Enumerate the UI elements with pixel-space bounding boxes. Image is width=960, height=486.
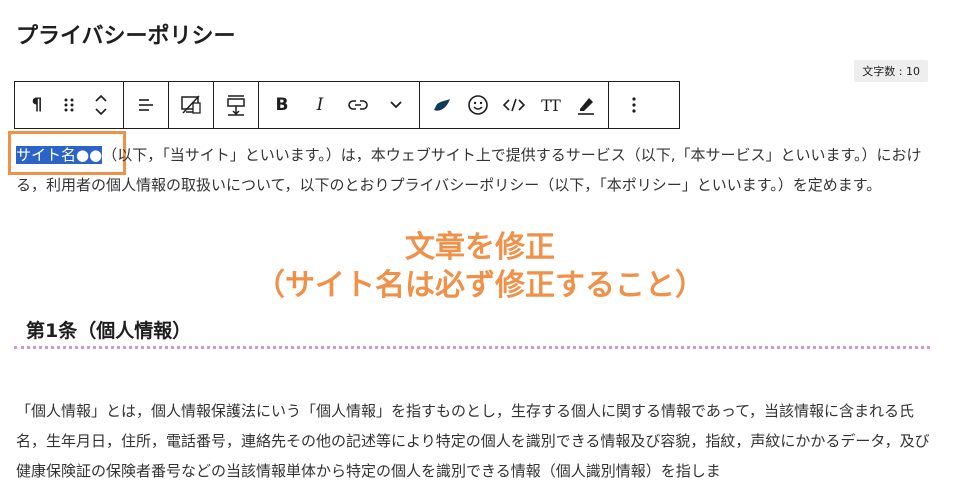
block-toolbar: ¶ B I TT: [14, 81, 680, 129]
bold-icon[interactable]: B: [263, 82, 301, 128]
selected-site-name[interactable]: サイト名●●: [16, 146, 103, 164]
word-count-badge: 文字数 : 10: [854, 60, 928, 82]
more-menu-icon[interactable]: [615, 82, 653, 128]
section-heading[interactable]: 第1条（個人情報）: [26, 316, 191, 343]
highlighter-icon[interactable]: [568, 82, 604, 128]
italic-icon[interactable]: I: [301, 82, 339, 128]
align-group: [124, 82, 169, 128]
format-group: B I: [259, 82, 420, 128]
align-icon[interactable]: [130, 82, 162, 128]
spacing-icon[interactable]: [220, 82, 252, 128]
drag-handle-icon[interactable]: [53, 82, 85, 128]
italic-glyph: I: [316, 95, 324, 115]
text-size-icon[interactable]: TT: [532, 82, 568, 128]
annotation-line-2: （サイト名は必ず修正すること）: [255, 268, 705, 303]
move-up-down-icon[interactable]: [85, 82, 117, 128]
intro-text: （以下，「当サイト」といいます。）は，本ウェブサイト上で提供するサービス（以下,…: [16, 146, 922, 194]
text-size-glyph: TT: [541, 95, 561, 115]
spacing-group: [214, 82, 259, 128]
page-title: プライバシーポリシー: [16, 24, 236, 49]
heading-divider: [14, 346, 930, 349]
color-icon[interactable]: [424, 82, 460, 128]
bold-glyph: B: [275, 95, 289, 115]
link-icon[interactable]: [339, 82, 377, 128]
emoji-icon[interactable]: [460, 82, 496, 128]
paragraph-icon[interactable]: ¶: [21, 82, 53, 128]
extras-group: TT: [420, 82, 609, 128]
display-toggle-icon[interactable]: [175, 82, 207, 128]
display-group: [169, 82, 214, 128]
block-group: ¶: [15, 82, 124, 128]
section-body[interactable]: 「個人情報」とは，個人情報保護法にいう「個人情報」を指すものとし，生存する個人に…: [16, 396, 930, 486]
paragraph-glyph: ¶: [31, 95, 43, 115]
code-icon[interactable]: [496, 82, 532, 128]
intro-paragraph[interactable]: サイト名●●（以下，「当サイト」といいます。）は，本ウェブサイト上で提供するサー…: [16, 140, 930, 200]
menu-group: [609, 82, 659, 128]
more-options-chevron-icon[interactable]: [377, 82, 415, 128]
